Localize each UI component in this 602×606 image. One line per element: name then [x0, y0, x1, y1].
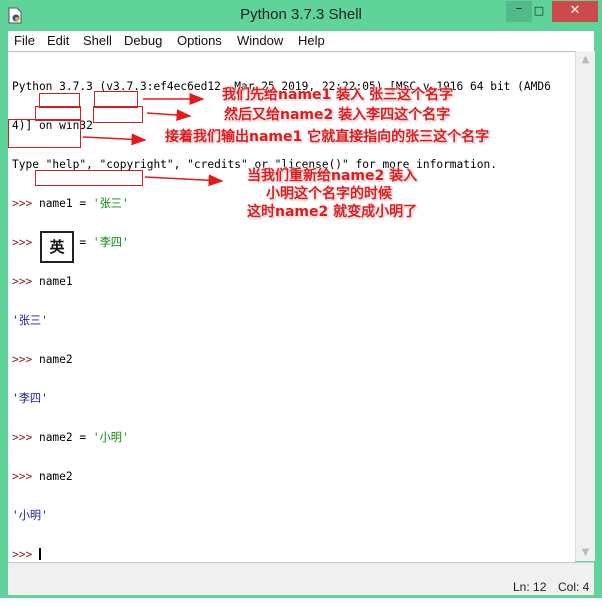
string-literal: '李四' — [92, 236, 129, 249]
vertical-scrollbar[interactable]: ▲ ▼ — [575, 51, 595, 561]
title-bar[interactable]: Python 3.7.3 Shell – □ ✕ — [0, 0, 602, 31]
input-text: name1 — [38, 197, 73, 210]
prompt: >>> — [12, 197, 39, 210]
text-cursor — [38, 548, 41, 560]
ime-indicator: 英 — [40, 231, 74, 263]
annotation-text-1: 我们先给name1 装入 张三这个名字 — [222, 87, 453, 103]
annotation-text-2: 然后又给name2 装入李四这个名字 — [224, 107, 451, 123]
menu-debug[interactable]: Debug — [124, 33, 162, 48]
input-text: name2 = — [38, 431, 93, 444]
current-prompt-line[interactable]: >>> — [12, 548, 551, 561]
annotation-text-4: 当我们重新给name2 装入 — [247, 168, 418, 184]
highlight-box-name2-xiaoming — [35, 170, 143, 186]
menu-help[interactable]: Help — [298, 33, 325, 48]
prompt: >>> — [12, 431, 39, 444]
scroll-down-icon[interactable]: ▼ — [576, 547, 595, 558]
menu-shell[interactable]: Shell — [83, 33, 112, 48]
output-line: '张三' — [12, 314, 48, 327]
menu-bar: File Edit Shell Debug Options Window Hel… — [8, 31, 594, 51]
line-number: Ln: 12 — [513, 580, 547, 594]
scroll-up-icon[interactable]: ▲ — [576, 54, 595, 65]
menu-edit[interactable]: Edit — [47, 33, 69, 48]
operator: = — [72, 197, 93, 210]
input-text: name2 — [38, 470, 73, 483]
status-bar: Ln: 12 Col: 4 — [8, 562, 594, 595]
prompt: >>> — [12, 548, 39, 561]
shell-line: >>> name2 — [12, 353, 551, 366]
prompt: >>> — [12, 275, 39, 288]
annotation-text-3: 接着我们输出name1 它就直接指向的张三这个名字 — [165, 129, 490, 145]
maximize-icon: □ — [533, 4, 545, 17]
close-button[interactable]: ✕ — [552, 1, 598, 22]
shell-line: >>> name2 = '李四' — [12, 236, 551, 249]
prompt: >>> — [12, 353, 39, 366]
annotation-text-5: 小明这个名字的时候 — [266, 186, 392, 202]
column-number: Col: 4 — [558, 580, 590, 594]
close-icon: ✕ — [569, 3, 581, 18]
operator: = — [72, 236, 93, 249]
annotation-text-6: 这时name2 就变成小明了 — [247, 204, 418, 220]
output-line: '小明' — [12, 509, 48, 522]
menu-options[interactable]: Options — [177, 33, 222, 48]
highlight-box-lisi — [93, 106, 143, 123]
shell-line: >>> name2 = '小明' — [12, 431, 551, 444]
maximize-button[interactable]: □ — [526, 1, 552, 22]
input-text: name2 — [38, 353, 73, 366]
shell-line: >>> name1 — [12, 275, 551, 288]
input-text: name1 — [38, 275, 73, 288]
background-strip — [0, 598, 602, 606]
highlight-box-output-name1 — [8, 119, 81, 148]
output-line: '李四' — [12, 392, 48, 405]
menu-window[interactable]: Window — [237, 33, 283, 48]
shell-line: >>> name2 — [12, 470, 551, 483]
prompt: >>> — [12, 470, 39, 483]
prompt: >>> — [12, 236, 39, 249]
string-literal: '张三' — [92, 197, 129, 210]
string-literal: '小明' — [92, 431, 129, 444]
menu-file[interactable]: File — [14, 33, 35, 48]
